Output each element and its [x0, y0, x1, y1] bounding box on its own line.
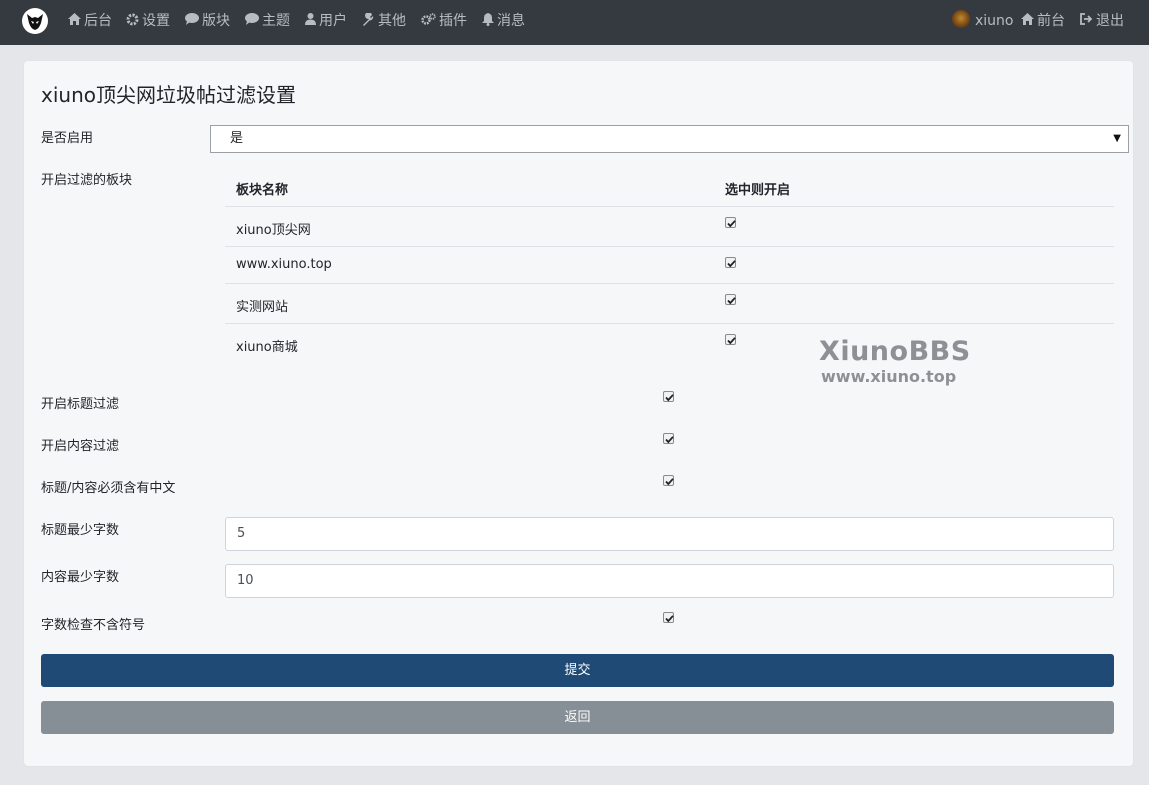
gears-icon — [421, 12, 436, 25]
logout-label: 退出 — [1096, 13, 1124, 29]
title-min-input[interactable]: 5 — [225, 517, 1114, 551]
user-icon — [305, 13, 316, 25]
forums-label: 开启过滤的板块 — [41, 173, 133, 188]
chinese-required-checkbox[interactable] — [663, 475, 674, 486]
forum-checkbox-2[interactable] — [725, 257, 736, 268]
content-filter-checkbox[interactable] — [663, 433, 674, 444]
title-min-label: 标题最少字数 — [41, 523, 120, 538]
nav-item-label: 后台 — [84, 13, 112, 29]
watermark-url: www.xiuno.top — [821, 367, 957, 386]
nav-item-messages[interactable]: 消息 — [482, 0, 525, 45]
content-min-label: 内容最少字数 — [41, 570, 120, 585]
nav-item-label: 插件 — [439, 13, 467, 29]
no-symbols-label: 字数检查不含符号 — [41, 618, 146, 633]
page-title: xiuno顶尖网垃圾帖过滤设置 — [41, 83, 296, 107]
home-icon — [1021, 13, 1034, 25]
column-header-forum-name: 板块名称 — [236, 183, 289, 198]
content-min-input[interactable]: 10 — [225, 564, 1114, 598]
nav-item-label: 消息 — [497, 13, 525, 29]
divider — [225, 283, 1114, 284]
nav-item-admin[interactable]: 后台 — [68, 0, 112, 45]
enable-select[interactable]: 是 ▼ — [210, 125, 1129, 153]
column-header-enable: 选中则开启 — [725, 183, 791, 198]
forum-name-cell: 实测网站 — [236, 300, 289, 315]
divider — [225, 246, 1114, 247]
username: xiuno — [975, 13, 1014, 29]
enable-label: 是否启用 — [41, 131, 94, 146]
nav-item-label: 设置 — [142, 13, 170, 29]
nav-item-plugins[interactable]: 插件 — [421, 0, 467, 45]
divider — [225, 206, 1114, 207]
forum-name-cell: xiuno顶尖网 — [236, 223, 311, 238]
watermark-title: XiunoBBS — [819, 336, 971, 367]
user-menu[interactable]: xiuno — [952, 0, 1014, 45]
no-symbols-checkbox[interactable] — [663, 612, 674, 623]
nav-item-label: 版块 — [202, 13, 230, 29]
nav-item-threads[interactable]: 主题 — [245, 0, 290, 45]
submit-button[interactable]: 提交 — [41, 654, 1114, 687]
xiunobbs-watermark: XiunoBBS www.xiuno.top — [819, 337, 971, 387]
xiuno-logo-icon[interactable] — [22, 8, 48, 34]
nav-item-settings[interactable]: 设置 — [126, 0, 170, 45]
sign-out-icon — [1080, 13, 1093, 25]
back-button[interactable]: 返回 — [41, 701, 1114, 734]
front-link[interactable]: 前台 — [1021, 0, 1065, 45]
home-icon — [68, 13, 81, 25]
forum-checkbox-3[interactable] — [725, 294, 736, 305]
top-navbar: 后台 设置 版块 主题 用户 其他 插件 消息 xiuno 前台 退出 — [0, 0, 1149, 45]
forum-name-cell: xiuno商城 — [236, 340, 298, 355]
front-label: 前台 — [1037, 13, 1065, 29]
nav-item-label: 其他 — [378, 13, 406, 29]
caret-down-icon: ▼ — [1113, 133, 1121, 144]
bell-icon — [482, 12, 494, 26]
logout-link[interactable]: 退出 — [1080, 0, 1124, 45]
forum-checkbox-1[interactable] — [725, 217, 736, 228]
settings-card: xiuno顶尖网垃圾帖过滤设置 是否启用 是 ▼ 开启过滤的板块 板块名称 选中… — [24, 61, 1133, 766]
nav-item-users[interactable]: 用户 — [305, 0, 347, 45]
nav-item-forums[interactable]: 版块 — [185, 0, 230, 45]
nav-item-label: 用户 — [319, 13, 347, 29]
title-filter-checkbox[interactable] — [663, 391, 674, 402]
content-filter-label: 开启内容过滤 — [41, 439, 120, 454]
comment-icon — [185, 13, 199, 25]
divider — [225, 323, 1114, 324]
chinese-required-label: 标题/内容必须含有中文 — [41, 481, 176, 496]
comment-icon — [245, 13, 259, 25]
gear-icon — [126, 13, 139, 25]
enable-select-value: 是 — [230, 131, 244, 146]
nav-item-other[interactable]: 其他 — [362, 0, 406, 45]
wrench-icon — [363, 12, 374, 26]
nav-item-label: 主题 — [262, 13, 290, 29]
forum-checkbox-4[interactable] — [725, 334, 736, 345]
title-filter-label: 开启标题过滤 — [41, 397, 120, 412]
avatar — [952, 10, 970, 28]
forum-name-cell: www.xiuno.top — [236, 257, 332, 272]
